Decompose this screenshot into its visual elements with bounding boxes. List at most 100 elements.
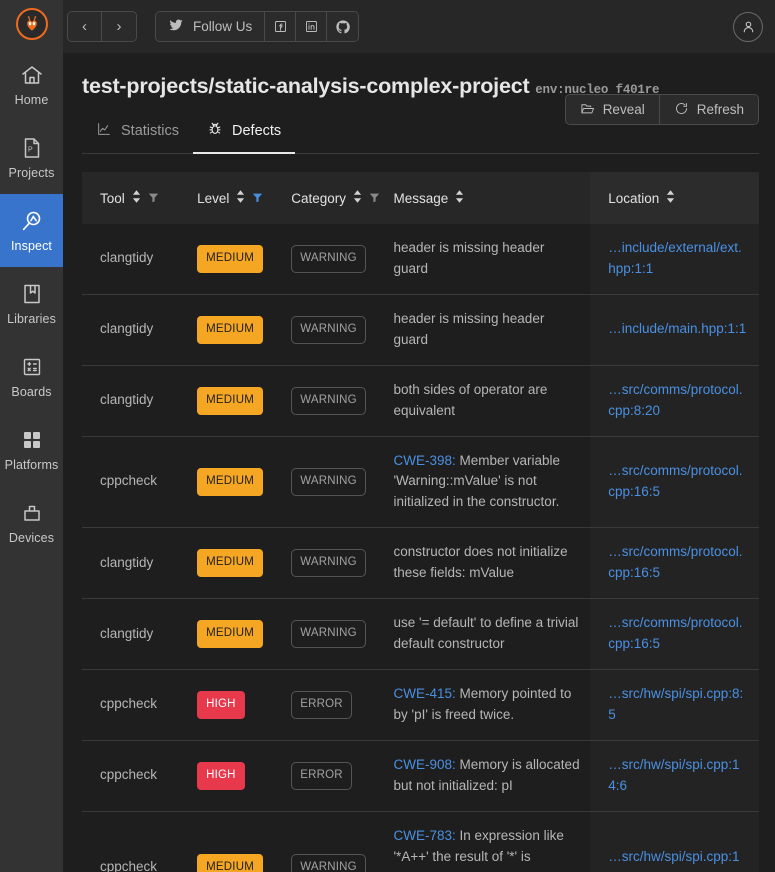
cell-location: …src/comms/protocol.cpp:16:5 [590, 435, 759, 528]
cell-tool: clangtidy [82, 364, 180, 437]
cell-level: HIGH [179, 668, 274, 741]
project-name: test-projects/static-analysis-complex-pr… [82, 74, 530, 98]
level-badge: MEDIUM [197, 315, 263, 344]
sort-icon[interactable] [455, 190, 464, 206]
column-header-message[interactable]: Message [375, 172, 591, 224]
sidebar-item-home[interactable]: Home [0, 48, 63, 121]
filter-icon[interactable] [148, 191, 159, 206]
tab-statistics[interactable]: Statistics [82, 112, 193, 154]
cell-message: header is missing header guard [375, 293, 591, 366]
column-header-category[interactable]: Category [273, 172, 380, 224]
sidebar-item-projects[interactable]: P Projects [0, 121, 63, 194]
refresh-label: Refresh [696, 102, 744, 117]
filter-icon-active[interactable] [252, 191, 263, 206]
account-avatar[interactable] [733, 11, 763, 42]
table-row[interactable]: clangtidy MEDIUM WARNING both sides of oper… [82, 364, 759, 437]
cell-category: WARNING [273, 224, 375, 294]
table-row[interactable]: clangtidy MEDIUM WARNING use '= default' to… [82, 598, 759, 670]
cell-level: HIGH [179, 739, 274, 812]
table-row[interactable]: cppcheck HIGH ERROR CWE-908: Memory is allo… [82, 739, 759, 812]
cell-message: CWE-783: In expression like '*A++' the r… [375, 810, 591, 872]
category-badge: WARNING [291, 468, 366, 496]
cell-location: …src/comms/protocol.cpp:16:5 [590, 527, 759, 599]
cwe-link[interactable]: CWE-783: [393, 828, 455, 843]
cwe-link[interactable]: CWE-415: [393, 686, 455, 701]
sidebar-item-libraries[interactable]: Libraries [0, 267, 63, 340]
sidebar-item-label: Inspect [10, 238, 52, 253]
table-header-row: Tool Level Category Message Location [82, 172, 759, 224]
tab-defects[interactable]: Defects [193, 112, 296, 154]
column-header-location[interactable]: Location [590, 172, 759, 224]
refresh-icon [674, 101, 689, 119]
level-badge: HIGH [197, 691, 245, 719]
table-row[interactable]: clangtidy MEDIUM WARNING constructor does n… [82, 527, 759, 599]
location-link[interactable]: …include/external/ext.hpp:1:1 [608, 240, 742, 276]
cell-category: ERROR [273, 739, 376, 812]
location-link[interactable]: …src/comms/protocol.cpp:16:5 [608, 544, 742, 580]
svg-text:P: P [28, 146, 33, 153]
location-link[interactable]: …src/hw/spi/spi.cpp:8:5 [608, 686, 743, 722]
cell-category: WARNING [273, 810, 376, 872]
column-label: Level [197, 190, 230, 206]
cwe-link[interactable]: CWE-398: [393, 453, 455, 468]
sidebar-item-label: Platforms [4, 457, 59, 472]
cell-tool: clangtidy [82, 527, 180, 599]
reveal-button[interactable]: Reveal [565, 95, 660, 124]
cell-tool: cppcheck [82, 810, 180, 872]
sort-icon[interactable] [666, 190, 675, 206]
content-area: test-projects/static-analysis-complex-pr… [63, 53, 775, 872]
filter-icon[interactable] [369, 191, 380, 206]
defects-table-wrapper: Tool Level Category Message Location cla… [82, 172, 759, 872]
cell-message: use '= default' to define a trivial defa… [375, 598, 591, 670]
location-link[interactable]: …include/main.hpp:1:1 [608, 321, 746, 336]
cwe-link[interactable]: CWE-908: [393, 757, 455, 772]
sidebar-item-label: Projects [8, 165, 55, 180]
table-row[interactable]: cppcheck MEDIUM WARNING CWE-783: In express… [82, 810, 759, 872]
sort-icon[interactable] [236, 190, 245, 206]
usb-device-icon [20, 501, 44, 525]
table-head: Tool Level Category Message Location [82, 172, 759, 224]
location-link[interactable]: …src/comms/protocol.cpp:16:5 [608, 463, 742, 499]
cell-location: …src/hw/spi/spi.cpp:14:6 [590, 739, 759, 812]
column-header-level[interactable]: Level [179, 172, 274, 224]
chart-line-icon [96, 121, 112, 141]
level-badge: MEDIUM [197, 245, 263, 273]
sidebar-item-boards[interactable]: Boards [0, 340, 63, 413]
sort-icon[interactable] [353, 190, 362, 206]
location-link[interactable]: …src/hw/spi/spi.cpp:14:8 [608, 849, 739, 872]
table-row[interactable]: cppcheck MEDIUM WARNING CWE-398: Member var… [82, 435, 759, 528]
table-body: clangtidy MEDIUM WARNING header is missing … [82, 224, 759, 872]
header-actions: Reveal Refresh [564, 94, 759, 125]
column-header-tool[interactable]: Tool [82, 172, 180, 224]
cell-message: constructor does not initialize these fi… [375, 527, 591, 599]
location-link[interactable]: …src/comms/protocol.cpp:8:20 [608, 382, 742, 418]
location-link[interactable]: …src/comms/protocol.cpp:16:5 [608, 615, 742, 651]
category-badge: ERROR [291, 691, 352, 719]
sidebar-item-devices[interactable]: Devices [0, 486, 63, 559]
magnifier-inspect-icon [20, 209, 44, 233]
refresh-button[interactable]: Refresh [659, 95, 758, 124]
back-button[interactable]: ‹ [68, 12, 102, 41]
message-text: use '= default' to define a trivial defa… [393, 615, 579, 652]
table-row[interactable]: cppcheck HIGH ERROR CWE-415: Memory pointed… [82, 668, 759, 741]
forward-button[interactable]: › [102, 12, 136, 41]
cell-category: WARNING [273, 598, 376, 670]
facebook-button[interactable] [265, 12, 297, 41]
home-icon [20, 63, 44, 87]
location-link[interactable]: …src/hw/spi/spi.cpp:14:6 [608, 757, 739, 793]
sidebar-item-platforms[interactable]: Platforms [0, 413, 63, 486]
table-row[interactable]: clangtidy MEDIUM WARNING header is missing … [82, 293, 759, 366]
linkedin-button[interactable] [296, 12, 328, 41]
sort-icon[interactable] [132, 190, 141, 206]
app-logo[interactable] [0, 0, 63, 48]
sidebar-item-inspect[interactable]: Inspect [0, 194, 63, 267]
github-button[interactable] [327, 12, 359, 41]
cell-message: CWE-398: Member variable 'Warning::mValu… [375, 435, 591, 528]
social-links: Follow Us [155, 11, 360, 42]
sidebar-item-label: Boards [11, 384, 52, 399]
table-row[interactable]: clangtidy MEDIUM WARNING header is missing … [82, 224, 759, 295]
column-label: Message [393, 190, 449, 206]
cell-level: MEDIUM [179, 435, 274, 528]
twitter-follow-button[interactable]: Follow Us [156, 12, 266, 41]
column-label: Location [608, 190, 660, 206]
